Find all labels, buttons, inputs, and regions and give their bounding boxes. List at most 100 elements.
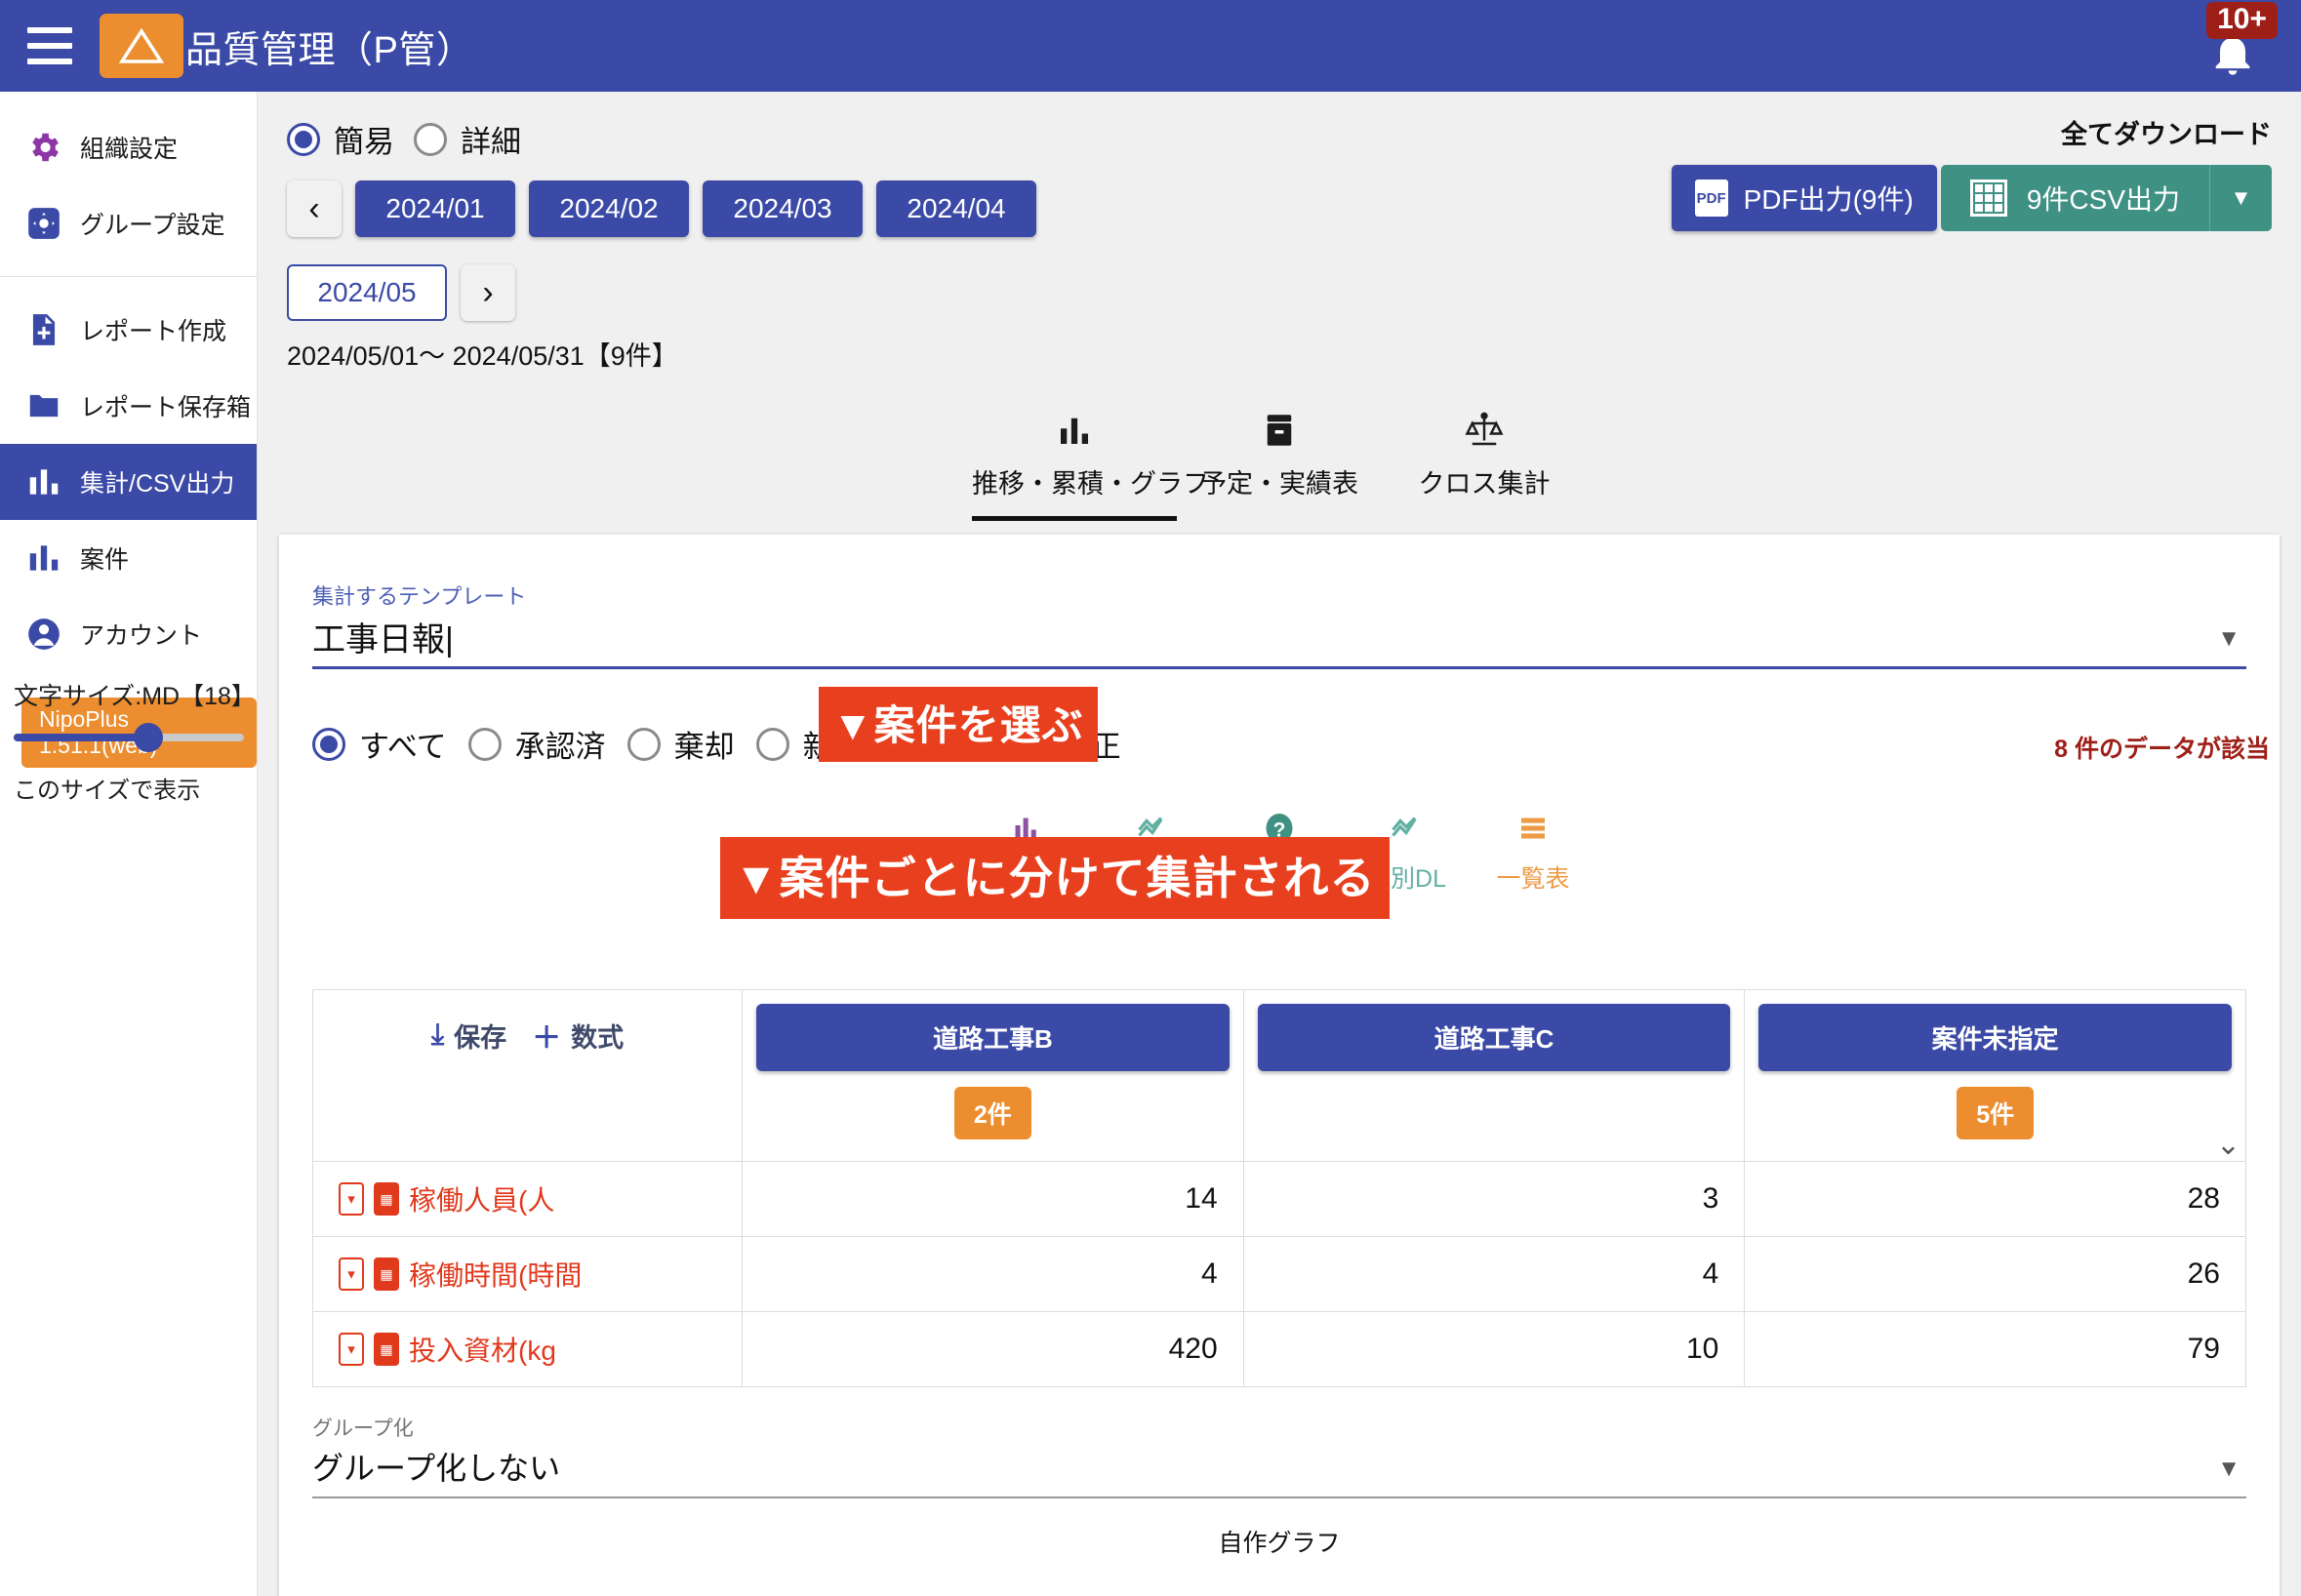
radio-circle: [287, 122, 320, 156]
status-filter-all[interactable]: すべて: [312, 722, 447, 766]
status-filter-group: すべて 承認済 棄却 新規 進行: [312, 722, 2246, 766]
case-chip[interactable]: 道路工事B: [756, 1004, 1230, 1071]
table-cell: 14: [742, 1161, 1244, 1237]
table-column-header: 案件未指定 5件: [1744, 989, 2246, 1162]
subtab-list[interactable]: 一覧表: [1470, 811, 1596, 911]
sidebar-item-create-report[interactable]: レポート作成: [0, 292, 257, 368]
table-cell: 28: [1744, 1161, 2246, 1237]
grouping-select[interactable]: グループ化 グループ化しない ▼: [312, 1413, 2246, 1498]
status-filter-label: 棄却: [673, 730, 735, 764]
grouping-value: グループ化しない: [312, 1451, 561, 1486]
hamburger-icon[interactable]: [27, 27, 72, 64]
tab-plan-actual-table[interactable]: 予定・実績表: [1177, 398, 1382, 521]
radio-circle: [626, 727, 661, 761]
tab-label: 予定・実績表: [1200, 469, 1358, 499]
aggregation-card: 集計するテンプレート 工事日報| ▼ すべて 承認済 棄却 ▼案件を選ぶ 8 件…: [279, 535, 2280, 1596]
sidebar-item-account[interactable]: アカウント: [0, 596, 257, 672]
table-row: ▾ ▦ 投入資材(kg 420 10 79: [312, 1311, 2246, 1387]
sidebar-item-aggregate-csv[interactable]: 集計/CSV出力: [0, 444, 257, 520]
status-filter-label: 承認済: [514, 730, 606, 764]
tab-label: 推移・累積・グラフ: [972, 469, 1209, 499]
sidebar-item-label: レポート保存箱: [80, 394, 252, 421]
template-value-text: 工事日報: [312, 621, 445, 658]
case-chip[interactable]: 案件未指定: [1758, 1004, 2232, 1071]
row-menu-icon[interactable]: ▾: [339, 1333, 364, 1366]
gear-icon: [25, 129, 80, 166]
collapse-chevron-icon[interactable]: ⌄: [2216, 1128, 2240, 1162]
status-filter-rejected[interactable]: 棄却: [626, 722, 735, 766]
sidebar-item-cases[interactable]: 案件: [0, 520, 257, 596]
month-tab[interactable]: 2024/01: [355, 180, 515, 237]
slider-thumb[interactable]: [133, 723, 163, 752]
prev-month-button[interactable]: ‹: [287, 180, 342, 237]
sidebar: 組織設定 グループ設定 レポート作成 レポート保存箱 集計/CSV出力 案件 ア…: [0, 92, 258, 1596]
subtab-label: 一覧表: [1496, 865, 1570, 893]
sidebar-item-group-settings[interactable]: グループ設定: [0, 185, 257, 261]
table-column-header: 道路工事C: [1242, 989, 1746, 1162]
annotation-select-case: ▼案件を選ぶ: [819, 687, 1098, 762]
template-select[interactable]: 集計するテンプレート 工事日報| ▼: [312, 579, 2246, 669]
save-button[interactable]: ⤓ 保存: [431, 1017, 506, 1055]
template-value: 工事日報|: [312, 621, 454, 658]
notifications-button[interactable]: 10+: [2194, 2, 2278, 84]
next-month-button[interactable]: ›: [461, 264, 515, 321]
chevron-down-icon[interactable]: ▼: [2217, 1456, 2240, 1483]
triangle-logo-icon: [119, 27, 164, 63]
csv-dropdown-button[interactable]: ▼: [2209, 165, 2272, 231]
csv-export-button[interactable]: 9件CSV出力: [1940, 165, 2209, 231]
sidebar-item-org-settings[interactable]: 組織設定: [0, 109, 257, 185]
row-calc-icon[interactable]: ▦: [374, 1257, 399, 1291]
month-tab[interactable]: 2024/04: [876, 180, 1036, 237]
account-icon: [25, 616, 80, 653]
row-menu-icon[interactable]: ▾: [339, 1182, 364, 1216]
row-header-cell: ▾ ▦ 稼働時間(時間: [312, 1236, 743, 1312]
download-all-label: 全てダウンロード: [2061, 120, 2272, 149]
row-header-cell: ▾ ▦ 投入資材(kg: [312, 1311, 743, 1387]
main-content: 簡易 詳細 ‹ 2024/01 2024/02 2024/03 2024/04 …: [258, 92, 2301, 1596]
formula-button[interactable]: ＋ 数式: [532, 1014, 624, 1057]
month-tab-current[interactable]: 2024/05: [287, 264, 447, 321]
table-cell: 420: [742, 1311, 1244, 1387]
case-count-placeholder: [1258, 1071, 1731, 1130]
notification-badge: 10+: [2206, 2, 2278, 39]
table-cell: 26: [1744, 1236, 2246, 1312]
bar-chart-icon: [25, 463, 80, 500]
bar-chart-icon: [972, 410, 1177, 455]
table-tools-cell: ⤓ 保存 ＋ 数式: [312, 989, 743, 1162]
app-root: 品質管理（P管） 10+ 組織設定 グループ設定 レポート作成 レポート保存箱 …: [0, 0, 2301, 1596]
triangle-logo[interactable]: [100, 14, 183, 78]
pdf-export-label: PDF出力(9件): [1743, 184, 1914, 215]
case-chip[interactable]: 道路工事C: [1257, 1004, 1731, 1071]
date-range-text: 2024/05/01〜 2024/05/31【9件】: [287, 341, 678, 371]
view-mode-simple[interactable]: 簡易: [287, 117, 394, 161]
plus-icon: ＋: [532, 1022, 562, 1055]
status-filter-approved[interactable]: 承認済: [467, 722, 606, 766]
month-tab[interactable]: 2024/03: [703, 180, 863, 237]
pdf-export-button[interactable]: PDF PDF出力(9件): [1671, 165, 1937, 231]
sidebar-item-label: 組織設定: [80, 136, 179, 163]
radio-circle: [467, 727, 502, 761]
sidebar-item-label: 案件: [80, 546, 130, 574]
row-label-text: 稼働人員(人: [409, 1185, 555, 1216]
view-mode-detail[interactable]: 詳細: [414, 117, 521, 161]
group-gear-icon: [25, 205, 80, 242]
save-label: 保存: [454, 1022, 507, 1053]
table-row: ▾ ▦ 稼働人員(人 14 3 28: [312, 1161, 2246, 1237]
view-mode-label: 詳細: [461, 125, 521, 159]
font-size-slider[interactable]: [14, 723, 244, 752]
row-menu-icon[interactable]: ▾: [339, 1257, 364, 1291]
file-plus-icon: [25, 311, 80, 348]
grouping-label: グループ化: [312, 1417, 414, 1440]
sidebar-item-report-box[interactable]: レポート保存箱: [0, 368, 257, 444]
row-calc-icon[interactable]: ▦: [374, 1333, 399, 1366]
table-cell: 4: [742, 1236, 1244, 1312]
status-filter-label: すべて: [359, 730, 447, 764]
tab-trend-cumulative-graph[interactable]: 推移・累積・グラフ: [972, 398, 1209, 521]
chevron-down-icon[interactable]: ▼: [2217, 625, 2240, 653]
scales-icon: [1382, 410, 1587, 455]
row-calc-icon[interactable]: ▦: [374, 1182, 399, 1216]
tab-cross-aggregation[interactable]: クロス集計: [1382, 398, 1587, 521]
csv-export-label: 9件CSV出力: [2026, 184, 2180, 215]
month-tab[interactable]: 2024/02: [529, 180, 689, 237]
toolbar: 簡易 詳細 ‹ 2024/01 2024/02 2024/03 2024/04 …: [258, 92, 2301, 373]
